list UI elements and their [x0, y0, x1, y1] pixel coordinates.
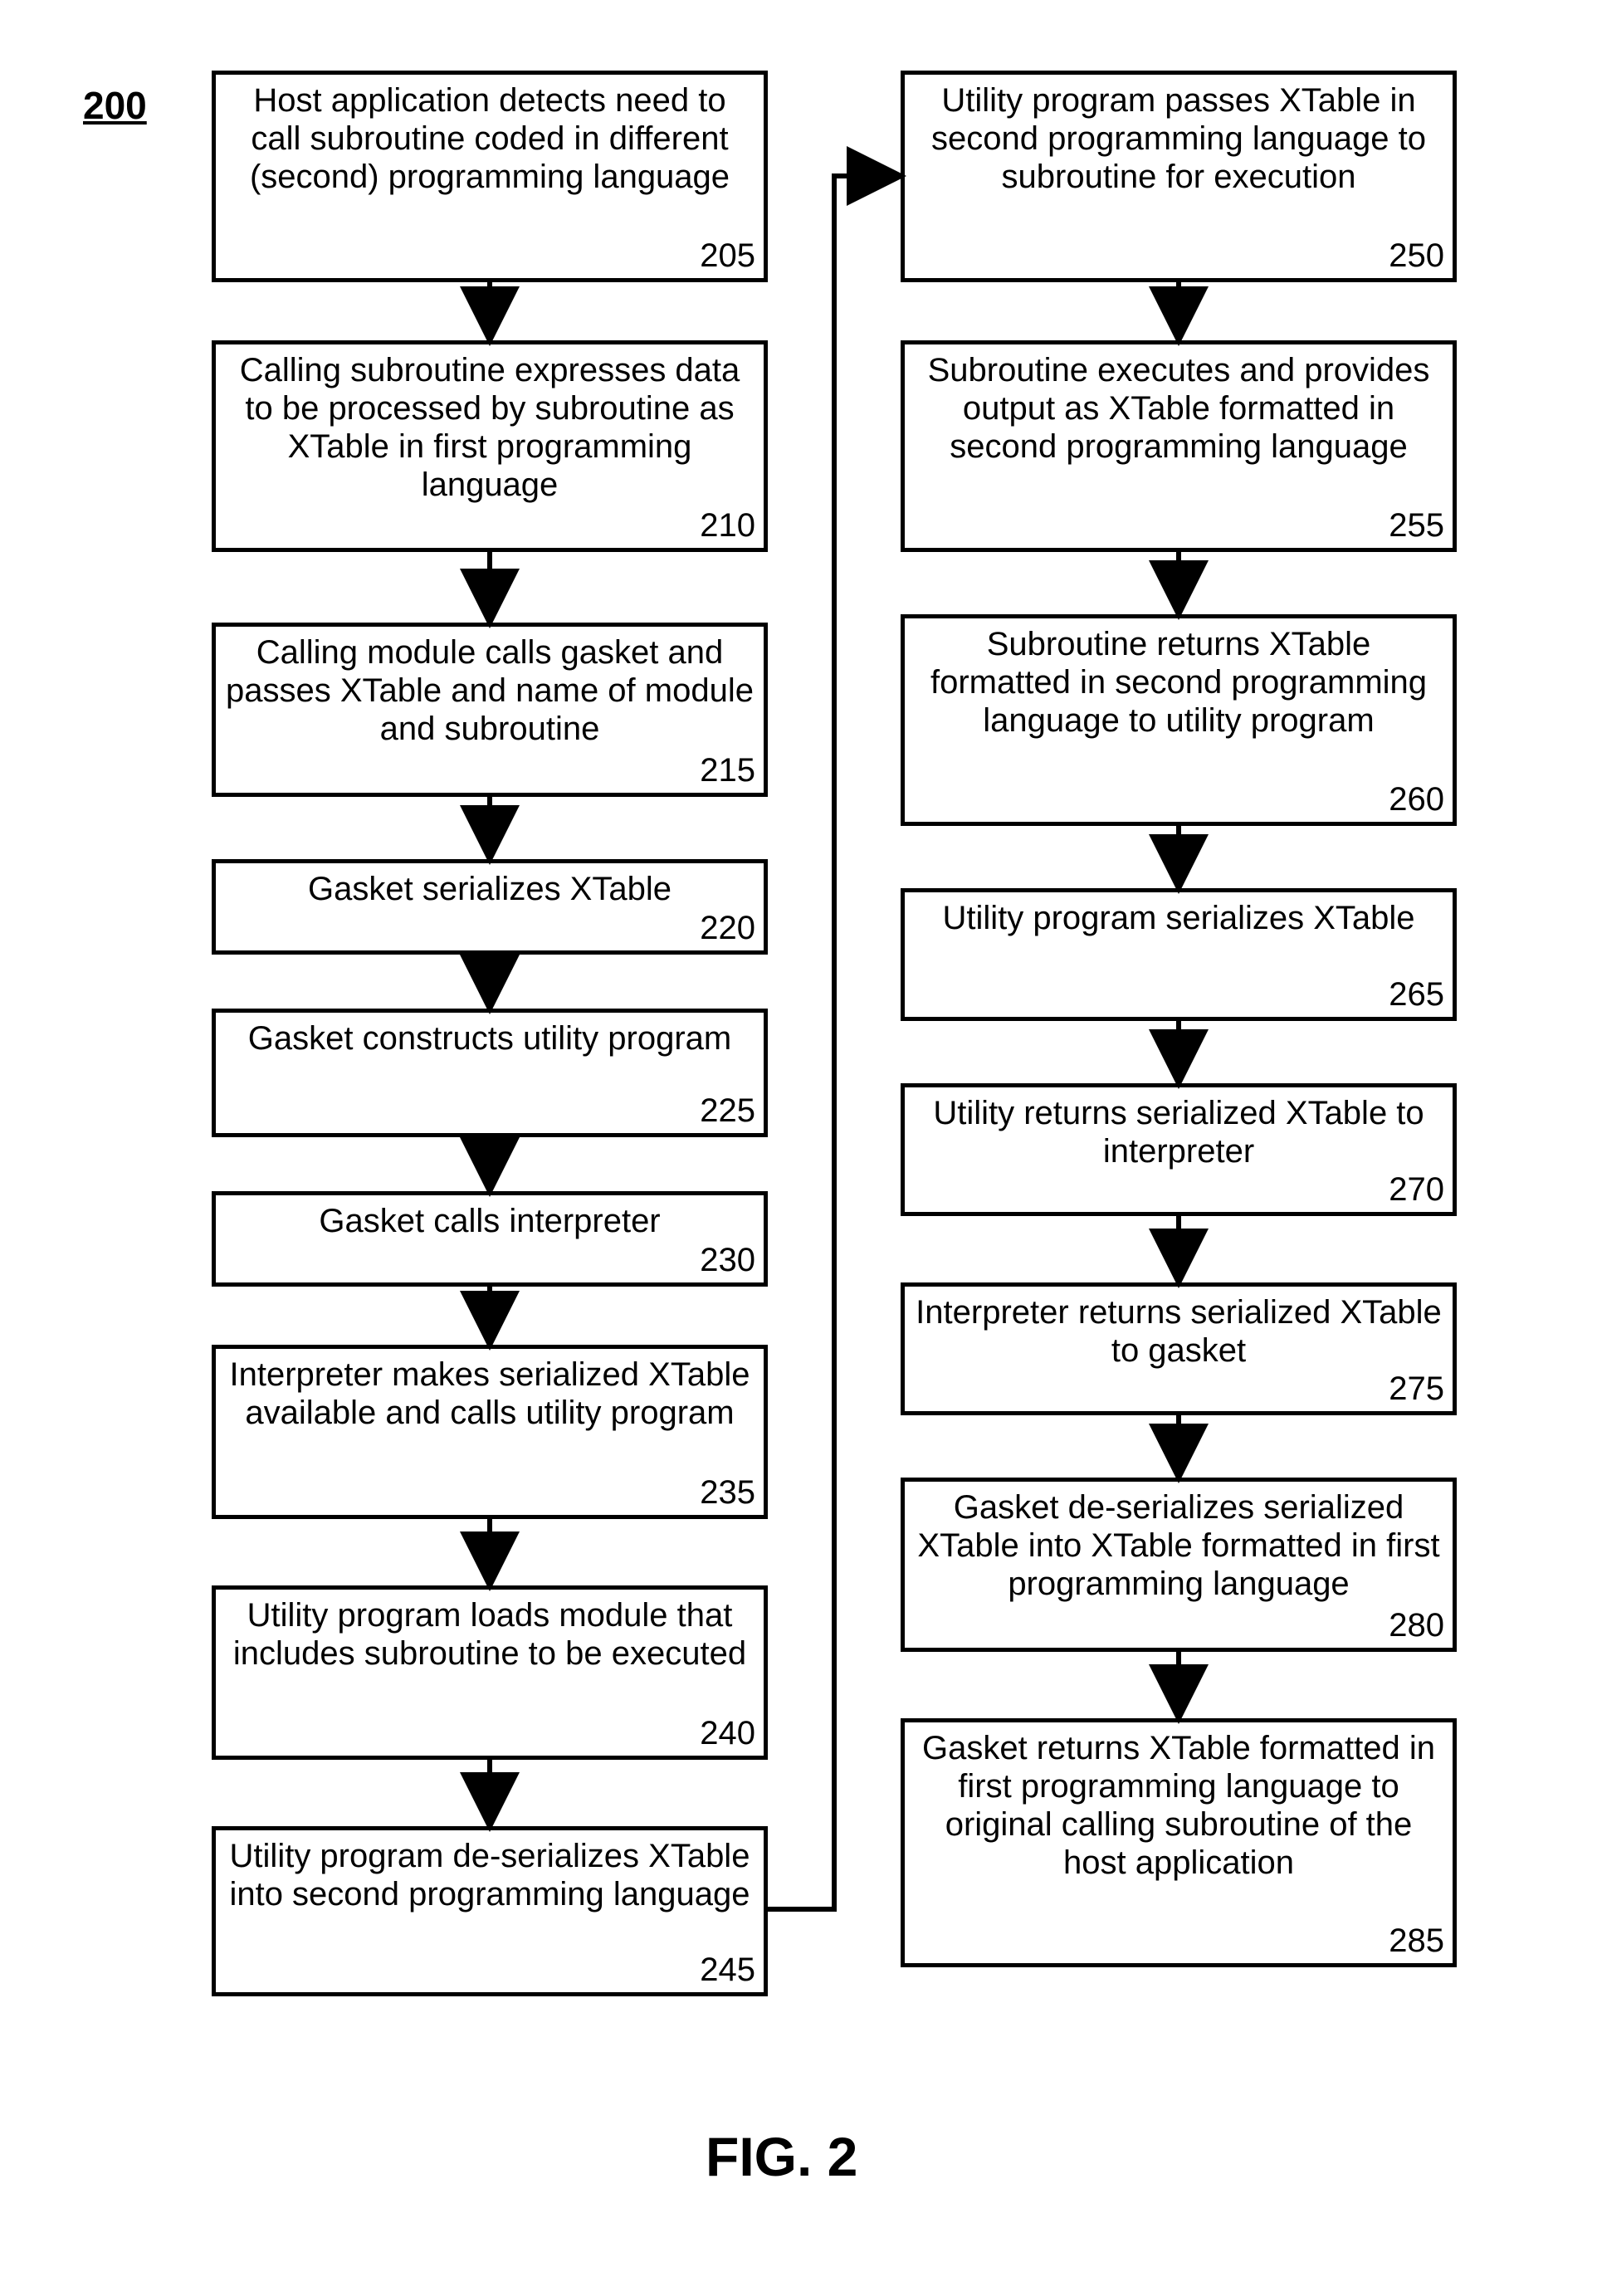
step-ref: 285: [1389, 1922, 1444, 1960]
step-text: Utility program serializes XTable: [905, 899, 1453, 937]
step-text: Utility program loads module that includ…: [216, 1596, 764, 1673]
step-ref: 235: [700, 1473, 755, 1512]
step-text: Calling subroutine expresses data to be …: [216, 351, 764, 504]
step-ref: 240: [700, 1714, 755, 1752]
step-ref: 205: [700, 237, 755, 275]
step-ref: 280: [1389, 1606, 1444, 1644]
step-text: Gasket returns XTable formatted in first…: [905, 1729, 1453, 1882]
step-ref: 270: [1389, 1170, 1444, 1209]
step-text: Calling module calls gasket and passes X…: [216, 633, 764, 748]
step-285: Gasket returns XTable formatted in first…: [901, 1718, 1457, 1967]
step-ref: 250: [1389, 237, 1444, 275]
step-text: Gasket constructs utility program: [216, 1019, 764, 1058]
step-230: Gasket calls interpreter 230: [212, 1191, 768, 1287]
step-text: Gasket de-serializes serialized XTable i…: [905, 1488, 1453, 1603]
step-ref: 220: [700, 909, 755, 947]
step-240: Utility program loads module that includ…: [212, 1585, 768, 1760]
figure-label: 200: [83, 83, 147, 128]
step-ref: 210: [700, 506, 755, 545]
step-text: Subroutine returns XTable formatted in s…: [905, 625, 1453, 740]
step-ref: 215: [700, 751, 755, 789]
step-text: Gasket calls interpreter: [216, 1202, 764, 1240]
step-text: Interpreter makes serialized XTable avai…: [216, 1356, 764, 1432]
step-205: Host application detects need to call su…: [212, 71, 768, 282]
step-250: Utility program passes XTable in second …: [901, 71, 1457, 282]
step-255: Subroutine executes and provides output …: [901, 340, 1457, 552]
step-275: Interpreter returns serialized XTable to…: [901, 1282, 1457, 1415]
step-210: Calling subroutine expresses data to be …: [212, 340, 768, 552]
step-ref: 230: [700, 1241, 755, 1279]
step-215: Calling module calls gasket and passes X…: [212, 623, 768, 797]
step-265: Utility program serializes XTable 265: [901, 888, 1457, 1021]
step-text: Utility program passes XTable in second …: [905, 81, 1453, 196]
step-text: Host application detects need to call su…: [216, 81, 764, 196]
step-225: Gasket constructs utility program 225: [212, 1009, 768, 1137]
step-text: Interpreter returns serialized XTable to…: [905, 1293, 1453, 1370]
step-ref: 275: [1389, 1370, 1444, 1408]
step-ref: 255: [1389, 506, 1444, 545]
step-text: Subroutine executes and provides output …: [905, 351, 1453, 466]
step-ref: 225: [700, 1092, 755, 1130]
step-text: Gasket serializes XTable: [216, 870, 764, 908]
step-220: Gasket serializes XTable 220: [212, 859, 768, 955]
step-ref: 260: [1389, 780, 1444, 818]
step-text: Utility program de-serializes XTable int…: [216, 1837, 764, 1913]
step-260: Subroutine returns XTable formatted in s…: [901, 614, 1457, 826]
figure-caption: FIG. 2: [706, 2125, 857, 2188]
step-245: Utility program de-serializes XTable int…: [212, 1826, 768, 1996]
step-235: Interpreter makes serialized XTable avai…: [212, 1345, 768, 1519]
step-ref: 265: [1389, 975, 1444, 1014]
step-ref: 245: [700, 1951, 755, 1989]
step-text: Utility returns serialized XTable to int…: [905, 1094, 1453, 1170]
step-280: Gasket de-serializes serialized XTable i…: [901, 1478, 1457, 1652]
step-270: Utility returns serialized XTable to int…: [901, 1083, 1457, 1216]
